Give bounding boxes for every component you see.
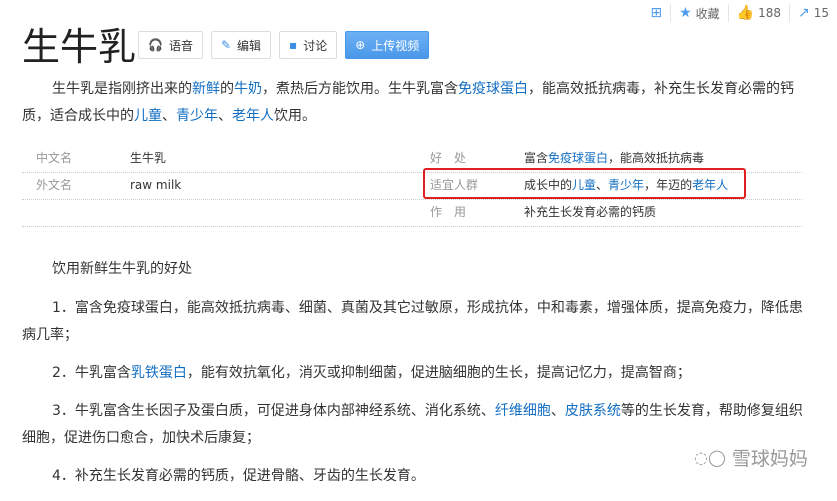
link-lactoferrin[interactable]: 乳铁蛋白 <box>131 365 187 381</box>
discuss-label: 讨论 <box>303 38 328 53</box>
list-item: 2．牛乳富含乳铁蛋白，能有效抗氧化，消灭或抑制细菌，促进脑细胞的生长，提高记忆力… <box>22 360 812 387</box>
text: 、 <box>550 403 565 419</box>
link-skin-system[interactable]: 皮肤系统 <box>565 403 621 419</box>
upload-label: 上传视频 <box>371 38 420 53</box>
link-immunoglobulin[interactable]: 免疫球蛋白 <box>548 151 608 165</box>
star-icon: ★ <box>679 5 692 21</box>
function-value: 补充生长发育必需的钙质 <box>524 205 657 219</box>
upload-video-button[interactable]: ⊕ 上传视频 <box>345 31 430 59</box>
text: ，能高效抵抗病毒 <box>608 151 705 165</box>
text: 富含 <box>524 151 549 165</box>
thumbs-up-icon: 👍 <box>736 5 755 21</box>
text: 生牛乳是指刚挤出来的 <box>52 81 192 97</box>
plus-circle-icon: ⊕ <box>355 38 366 52</box>
cn-name-value: 生牛乳 <box>130 151 167 165</box>
watermark: ◌◯ 雪球妈妈 <box>694 444 808 471</box>
cn-name-label: 中文名 <box>36 151 73 165</box>
text: 2．牛乳富含 <box>52 365 131 381</box>
add-button[interactable]: ⊞ <box>642 4 670 22</box>
text: 3．牛乳富含生长因子及蛋白质，可促进身体内部神经系统、消化系统、 <box>52 403 495 419</box>
edit-label: 编辑 <box>237 38 262 53</box>
text: 饮用。 <box>274 108 316 124</box>
pencil-icon: ✎ <box>220 38 232 52</box>
link-children[interactable]: 儿童 <box>134 108 162 124</box>
link-fibrocytes[interactable]: 纤维细胞 <box>495 403 551 419</box>
info-row: 作 用 补充生长发育必需的钙质 <box>22 200 802 227</box>
en-name-value: raw milk <box>130 178 182 192</box>
section-heading: 饮用新鲜生牛乳的好处 <box>52 261 192 277</box>
text: 、 <box>162 108 176 124</box>
share-icon: ↗ <box>797 5 810 21</box>
headphones-icon: 🎧 <box>148 38 163 52</box>
highlight-box <box>423 168 746 199</box>
watermark-text: 雪球妈妈 <box>731 448 808 470</box>
text: ，能有效抗氧化，消灭或抑制细菌，促进脑细胞的生长，提高记忆力，提高智商； <box>186 365 691 381</box>
discuss-button[interactable]: ▪ 讨论 <box>279 31 338 59</box>
like-count: 188 <box>758 6 781 20</box>
function-label: 作 用 <box>430 205 467 219</box>
link-teenagers[interactable]: 青少年 <box>176 108 218 124</box>
text: ，煮热后方能饮用。生牛乳富含 <box>262 81 458 97</box>
share-button[interactable]: ↗ 15 <box>788 4 837 22</box>
intro-paragraph: 生牛乳是指刚挤出来的新鲜的牛奶，煮热后方能饮用。生牛乳富含免疫球蛋白，能高效抵抗… <box>22 76 802 130</box>
text: 、 <box>218 108 232 124</box>
voice-label: 语音 <box>168 38 193 53</box>
link-milk[interactable]: 牛奶 <box>234 81 262 97</box>
plus-square-icon: ⊞ <box>650 5 663 21</box>
collect-label: 收藏 <box>695 6 720 21</box>
link-elderly[interactable]: 老年人 <box>232 108 274 124</box>
top-actions: ⊞ ★ 收藏 👍 188 ↗ 15 <box>642 4 837 22</box>
page-title: 生牛乳 <box>22 25 137 69</box>
voice-button[interactable]: 🎧 语音 <box>138 31 203 59</box>
share-count: 15 <box>813 6 829 20</box>
chat-icon: ▪ <box>289 38 298 52</box>
collect-button[interactable]: ★ 收藏 <box>670 4 728 22</box>
edit-button[interactable]: ✎ 编辑 <box>210 31 272 59</box>
benefit-value: 富含免疫球蛋白，能高效抵抗病毒 <box>524 146 704 170</box>
link-fresh[interactable]: 新鲜 <box>192 81 220 97</box>
benefit-label: 好 处 <box>430 151 467 165</box>
list-item: 1．富含免疫球蛋白，能高效抵抗病毒、细菌、真菌及其它过敏原，形成抗体，中和毒素，… <box>22 300 803 343</box>
text: 的 <box>220 81 234 97</box>
like-button[interactable]: 👍 188 <box>727 4 789 22</box>
en-name-label: 外文名 <box>36 178 73 192</box>
wechat-icon: ◌◯ <box>694 448 726 467</box>
link-immunoglobulin[interactable]: 免疫球蛋白 <box>458 81 528 97</box>
